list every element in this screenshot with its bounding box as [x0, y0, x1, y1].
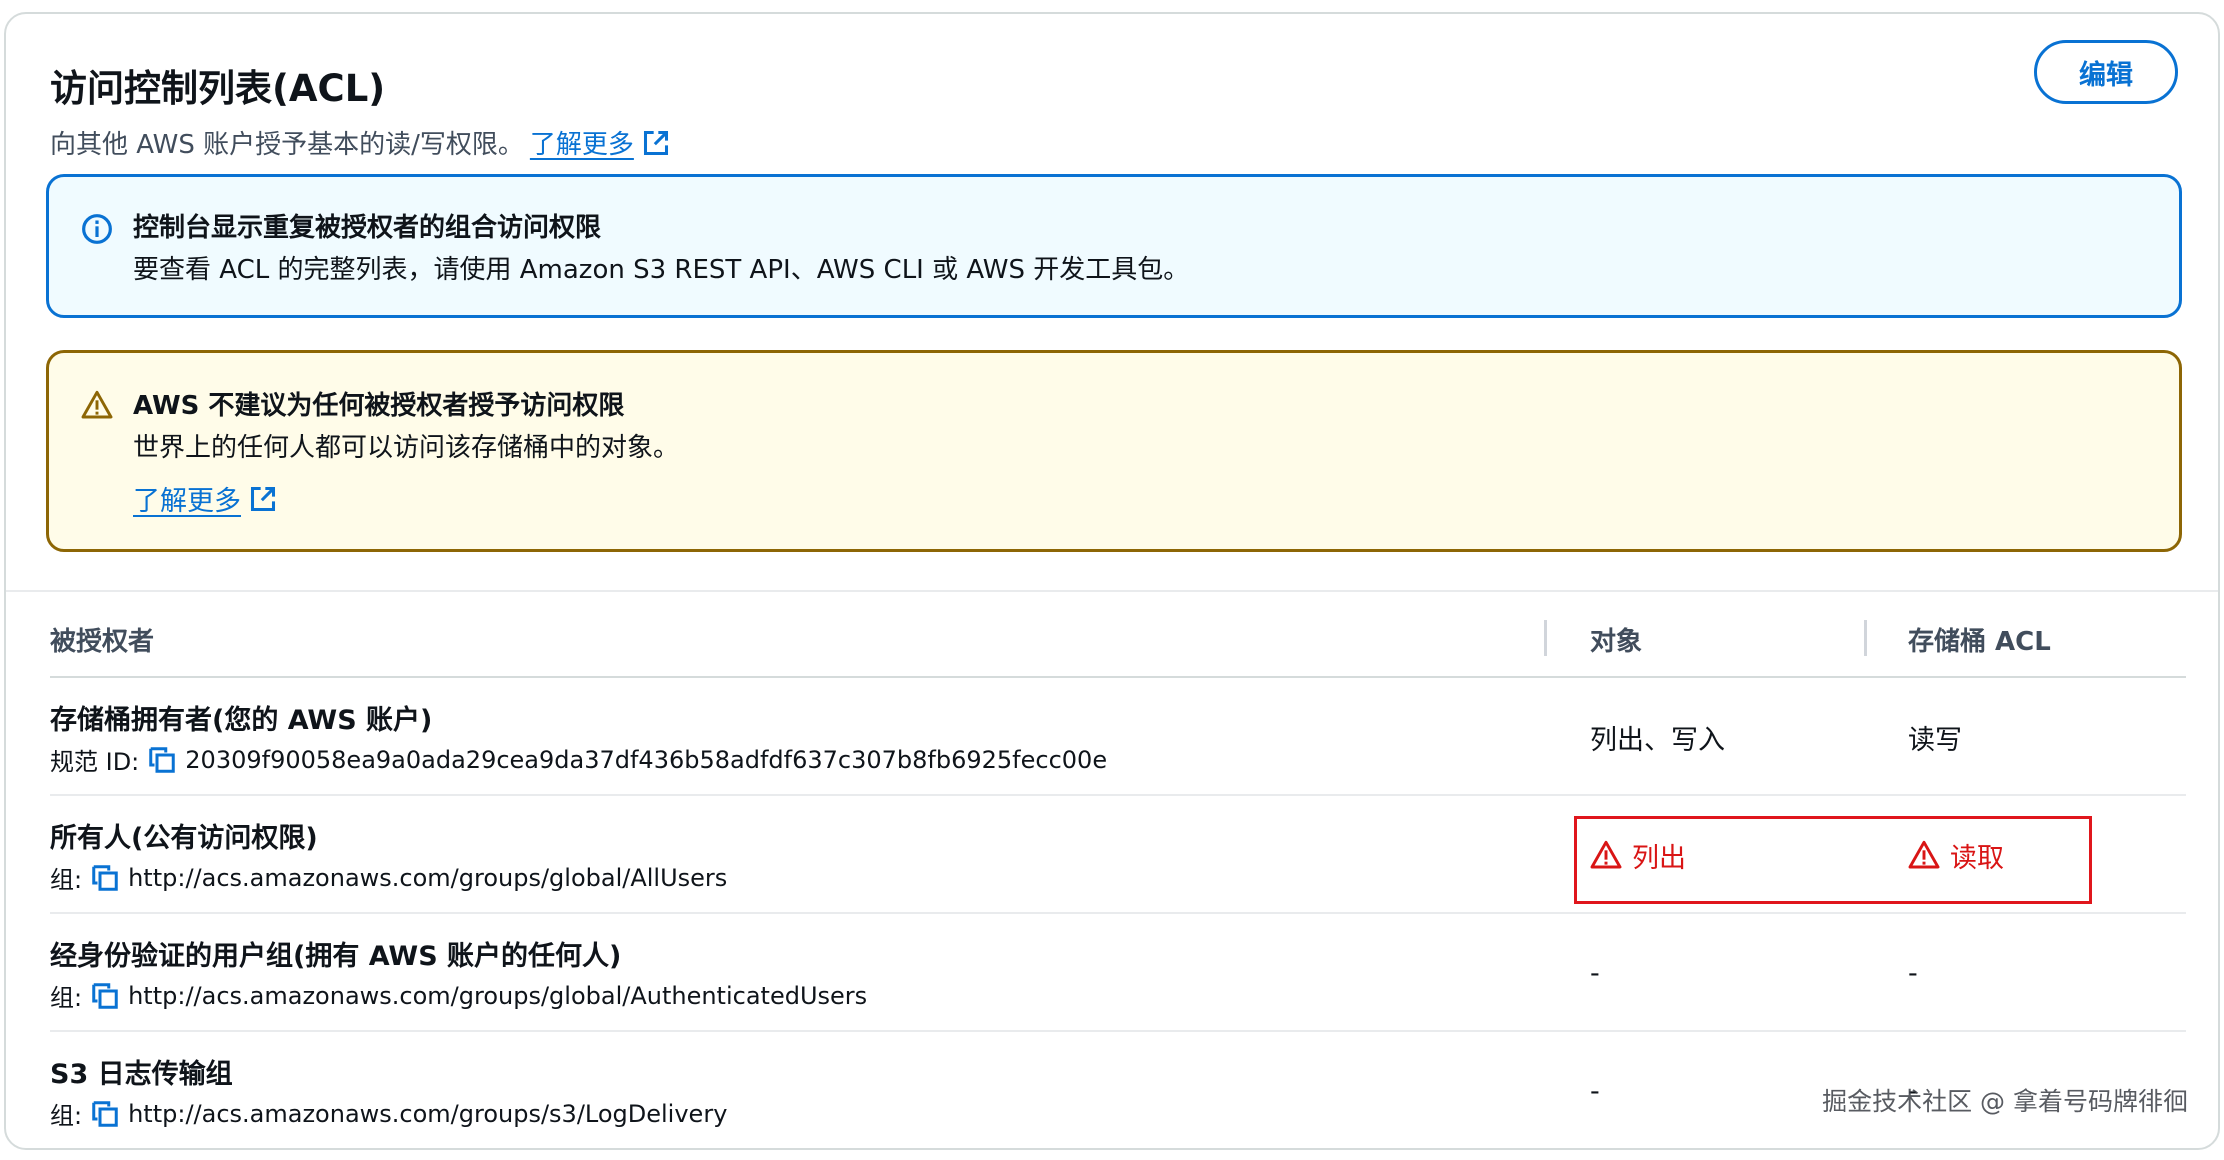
bucket-acl-permission: 读取 [1908, 796, 2004, 914]
learn-more-link[interactable]: 了解更多 [530, 124, 670, 161]
object-permission: - [1590, 957, 1600, 989]
warning-learn-more-label: 了解更多 [133, 486, 241, 517]
grantee-name: 经身份验证的用户组(拥有 AWS 账户的任何人) [50, 941, 622, 972]
copy-icon[interactable] [90, 863, 120, 893]
grantee-name: 所有人(公有访问权限) [50, 823, 318, 854]
grantee-id: 组: http://acs.amazonaws.com/groups/s3/Lo… [50, 1096, 727, 1131]
bucket-acl-permission: 读写 [1908, 724, 1962, 756]
learn-more-label: 了解更多 [529, 130, 634, 160]
column-header-object: 对象 [1590, 626, 1643, 657]
warning-alert-body: 世界上的任何人都可以访问该存储桶中的对象。 [133, 433, 680, 463]
column-header-bucket-acl: 存储桶 ACL [1908, 626, 2051, 657]
bucket-acl-permission-label: 读取 [1950, 842, 2004, 874]
grantee-name: 存储桶拥有者(您的 AWS 账户) [50, 705, 433, 736]
grantee-id-label: 组: [50, 866, 83, 894]
watermark: 掘金技术社区 @ 拿着号码牌徘徊 [1822, 1087, 2188, 1116]
copy-icon[interactable] [90, 981, 120, 1011]
warning-alert: AWS 不建议为任何被授权者授予访问权限 世界上的任何人都可以访问该存储桶中的对… [46, 350, 2182, 552]
grantee-id-value: 20309f90058ea9a0ada29cea9da37df436b58adf… [185, 745, 1108, 774]
object-permission: 列出 [1590, 796, 1686, 914]
info-alert-body: 要查看 ACL 的完整列表，请使用 Amazon S3 REST API、AWS… [133, 255, 1190, 285]
info-icon [82, 214, 112, 244]
description-text: 向其他 AWS 账户授予基本的读/写权限。 [50, 130, 524, 160]
grantee-id: 规范 ID: 20309f90058ea9a0ada29cea9da37df43… [50, 742, 1107, 777]
info-alert-title: 控制台显示重复被授权者的组合访问权限 [133, 213, 602, 243]
object-permission: 列出、写入 [1590, 724, 1725, 756]
grantee-id-label: 规范 ID: [50, 748, 140, 776]
grantee-id: 组: http://acs.amazonaws.com/groups/globa… [50, 978, 867, 1013]
copy-icon[interactable] [90, 1099, 120, 1129]
info-alert: 控制台显示重复被授权者的组合访问权限 要查看 ACL 的完整列表，请使用 Ama… [46, 174, 2182, 318]
column-header-grantee: 被授权者 [50, 626, 155, 657]
grantee-id-value: http://acs.amazonaws.com/groups/global/A… [128, 863, 728, 892]
warning-icon [1590, 840, 1622, 869]
object-permission: - [1590, 1075, 1600, 1107]
section-divider [6, 590, 2218, 592]
warning-icon [1908, 840, 1940, 869]
edit-button[interactable]: 编辑 [2034, 40, 2178, 104]
grantee-id-label: 组: [50, 1102, 83, 1130]
external-link-icon [250, 486, 276, 511]
object-permission-label: 列出 [1632, 842, 1686, 874]
header-description: 向其他 AWS 账户授予基本的读/写权限。 了解更多 [50, 124, 670, 161]
column-separator[interactable] [1864, 620, 1867, 656]
warning-learn-more-link[interactable]: 了解更多 [133, 479, 277, 518]
grantee-id-value: http://acs.amazonaws.com/groups/global/A… [128, 981, 868, 1010]
grantee-id-value: http://acs.amazonaws.com/groups/s3/LogDe… [128, 1099, 728, 1128]
grantee-id: 组: http://acs.amazonaws.com/groups/globa… [50, 860, 727, 895]
warning-alert-title: AWS 不建议为任何被授权者授予访问权限 [133, 391, 625, 421]
page-title: 访问控制列表(ACL) [50, 67, 386, 110]
copy-icon[interactable] [147, 745, 177, 775]
warning-icon [81, 390, 113, 419]
table-row: 所有人(公有访问权限) 组: http://acs.amazonaws.com/… [50, 796, 2186, 914]
external-link-icon [643, 130, 668, 155]
bucket-acl-permission: - [1908, 957, 1918, 989]
grantee-id-label: 组: [50, 984, 83, 1012]
table-row: 存储桶拥有者(您的 AWS 账户) 规范 ID: 20309f90058ea9a… [50, 678, 2186, 796]
table-row: 经身份验证的用户组(拥有 AWS 账户的任何人) 组: http://acs.a… [50, 914, 2186, 1032]
column-separator[interactable] [1544, 620, 1547, 656]
acl-panel: 访问控制列表(ACL) 向其他 AWS 账户授予基本的读/写权限。 了解更多 编… [4, 12, 2220, 1150]
grantee-name: S3 日志传输组 [50, 1059, 233, 1090]
